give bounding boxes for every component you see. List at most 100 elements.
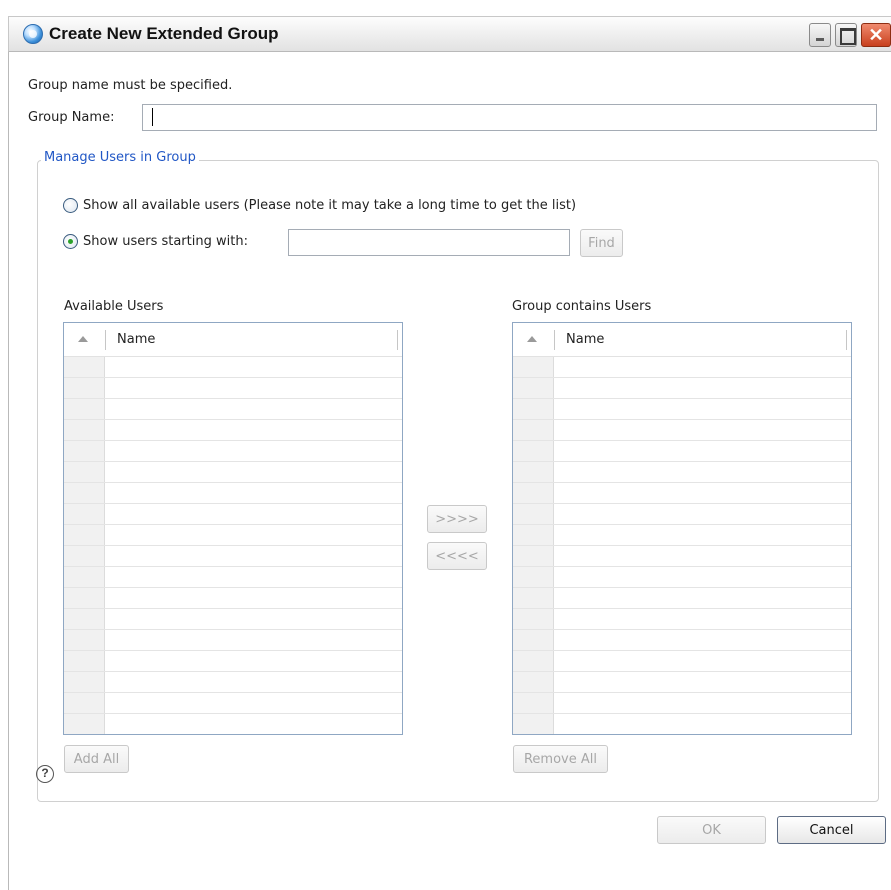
table-row[interactable]	[64, 441, 402, 462]
radio-show-starting-indicator[interactable]	[63, 234, 78, 249]
table-row[interactable]	[513, 483, 851, 504]
available-users-header[interactable]: Name	[64, 323, 402, 357]
row-header-cell	[64, 357, 105, 377]
row-header-cell	[64, 462, 105, 482]
row-header-cell	[64, 525, 105, 545]
row-header-cell	[513, 399, 554, 419]
row-header-cell	[513, 588, 554, 608]
table-row[interactable]	[513, 399, 851, 420]
group-name-label: Group Name:	[28, 110, 115, 125]
cancel-button[interactable]: Cancel	[777, 816, 886, 844]
table-row[interactable]	[64, 546, 402, 567]
table-row[interactable]	[64, 399, 402, 420]
manage-users-legend: Manage Users in Group	[41, 150, 199, 165]
table-row[interactable]	[513, 609, 851, 630]
text-caret	[152, 108, 153, 126]
row-header-cell	[64, 609, 105, 629]
sort-ascending-icon[interactable]	[78, 336, 88, 342]
radio-show-all[interactable]: Show all available users (Please note it…	[63, 198, 576, 213]
remove-selected-button[interactable]: <<<<	[427, 542, 487, 570]
row-header-cell	[513, 462, 554, 482]
row-header-cell	[513, 567, 554, 587]
row-header-cell	[513, 630, 554, 650]
help-icon[interactable]: ?	[36, 765, 54, 783]
available-users-rows[interactable]	[64, 357, 402, 734]
row-header-cell	[513, 378, 554, 398]
table-row[interactable]	[513, 441, 851, 462]
radio-show-all-indicator[interactable]	[63, 198, 78, 213]
close-button[interactable]: ✕	[861, 23, 891, 47]
table-row[interactable]	[513, 378, 851, 399]
name-column-header[interactable]: Name	[117, 332, 155, 347]
find-button[interactable]: Find	[580, 229, 623, 257]
table-row[interactable]	[513, 588, 851, 609]
row-header-cell	[64, 420, 105, 440]
table-row[interactable]	[64, 588, 402, 609]
table-row[interactable]	[64, 630, 402, 651]
minimize-button[interactable]	[809, 23, 831, 47]
add-selected-button[interactable]: >>>>	[427, 505, 487, 533]
add-all-button[interactable]: Add All	[64, 745, 129, 773]
table-row[interactable]	[513, 651, 851, 672]
row-header-cell	[64, 567, 105, 587]
row-header-cell	[64, 714, 105, 734]
table-row[interactable]	[64, 714, 402, 734]
radio-show-starting[interactable]: Show users starting with:	[63, 234, 248, 249]
table-row[interactable]	[64, 378, 402, 399]
radio-show-all-label[interactable]: Show all available users (Please note it…	[83, 198, 576, 213]
row-header-cell	[513, 525, 554, 545]
table-row[interactable]	[513, 525, 851, 546]
row-header-cell	[64, 483, 105, 503]
table-row[interactable]	[513, 420, 851, 441]
remove-all-button[interactable]: Remove All	[513, 745, 608, 773]
sort-ascending-icon[interactable]	[527, 336, 537, 342]
row-header-cell	[513, 651, 554, 671]
group-users-title: Group contains Users	[512, 299, 652, 314]
validation-message: Group name must be specified.	[28, 78, 233, 93]
ok-button[interactable]: OK	[657, 816, 766, 844]
row-header-cell	[64, 504, 105, 524]
table-row[interactable]	[64, 525, 402, 546]
row-header-cell	[64, 546, 105, 566]
table-row[interactable]	[513, 357, 851, 378]
table-row[interactable]	[513, 462, 851, 483]
row-header-cell	[513, 546, 554, 566]
table-row[interactable]	[64, 609, 402, 630]
table-row[interactable]	[513, 546, 851, 567]
row-header-cell	[513, 483, 554, 503]
group-users-header[interactable]: Name	[513, 323, 851, 357]
user-filter-input[interactable]	[288, 229, 570, 256]
group-users-table[interactable]: Name	[512, 322, 852, 735]
title-bar[interactable]: Create New Extended Group ✕	[8, 16, 891, 52]
maximize-button[interactable]	[835, 23, 857, 47]
table-row[interactable]	[64, 672, 402, 693]
table-row[interactable]	[513, 693, 851, 714]
table-row[interactable]	[64, 462, 402, 483]
name-column-header[interactable]: Name	[566, 332, 604, 347]
row-header-cell	[513, 441, 554, 461]
table-row[interactable]	[64, 651, 402, 672]
table-row[interactable]	[513, 504, 851, 525]
table-row[interactable]	[513, 567, 851, 588]
row-header-cell	[64, 441, 105, 461]
table-row[interactable]	[513, 672, 851, 693]
table-row[interactable]	[64, 567, 402, 588]
row-header-cell	[64, 672, 105, 692]
table-row[interactable]	[513, 630, 851, 651]
available-users-table[interactable]: Name	[63, 322, 403, 735]
group-name-input[interactable]	[142, 104, 877, 131]
row-header-cell	[513, 672, 554, 692]
row-header-cell	[64, 588, 105, 608]
table-row[interactable]	[513, 714, 851, 734]
table-row[interactable]	[64, 483, 402, 504]
table-row[interactable]	[64, 357, 402, 378]
row-header-cell	[64, 630, 105, 650]
table-row[interactable]	[64, 693, 402, 714]
column-separator	[397, 330, 398, 350]
radio-show-starting-label[interactable]: Show users starting with:	[83, 234, 248, 249]
row-header-cell	[513, 714, 554, 734]
table-row[interactable]	[64, 420, 402, 441]
table-row[interactable]	[64, 504, 402, 525]
group-users-rows[interactable]	[513, 357, 851, 734]
row-header-cell	[513, 420, 554, 440]
